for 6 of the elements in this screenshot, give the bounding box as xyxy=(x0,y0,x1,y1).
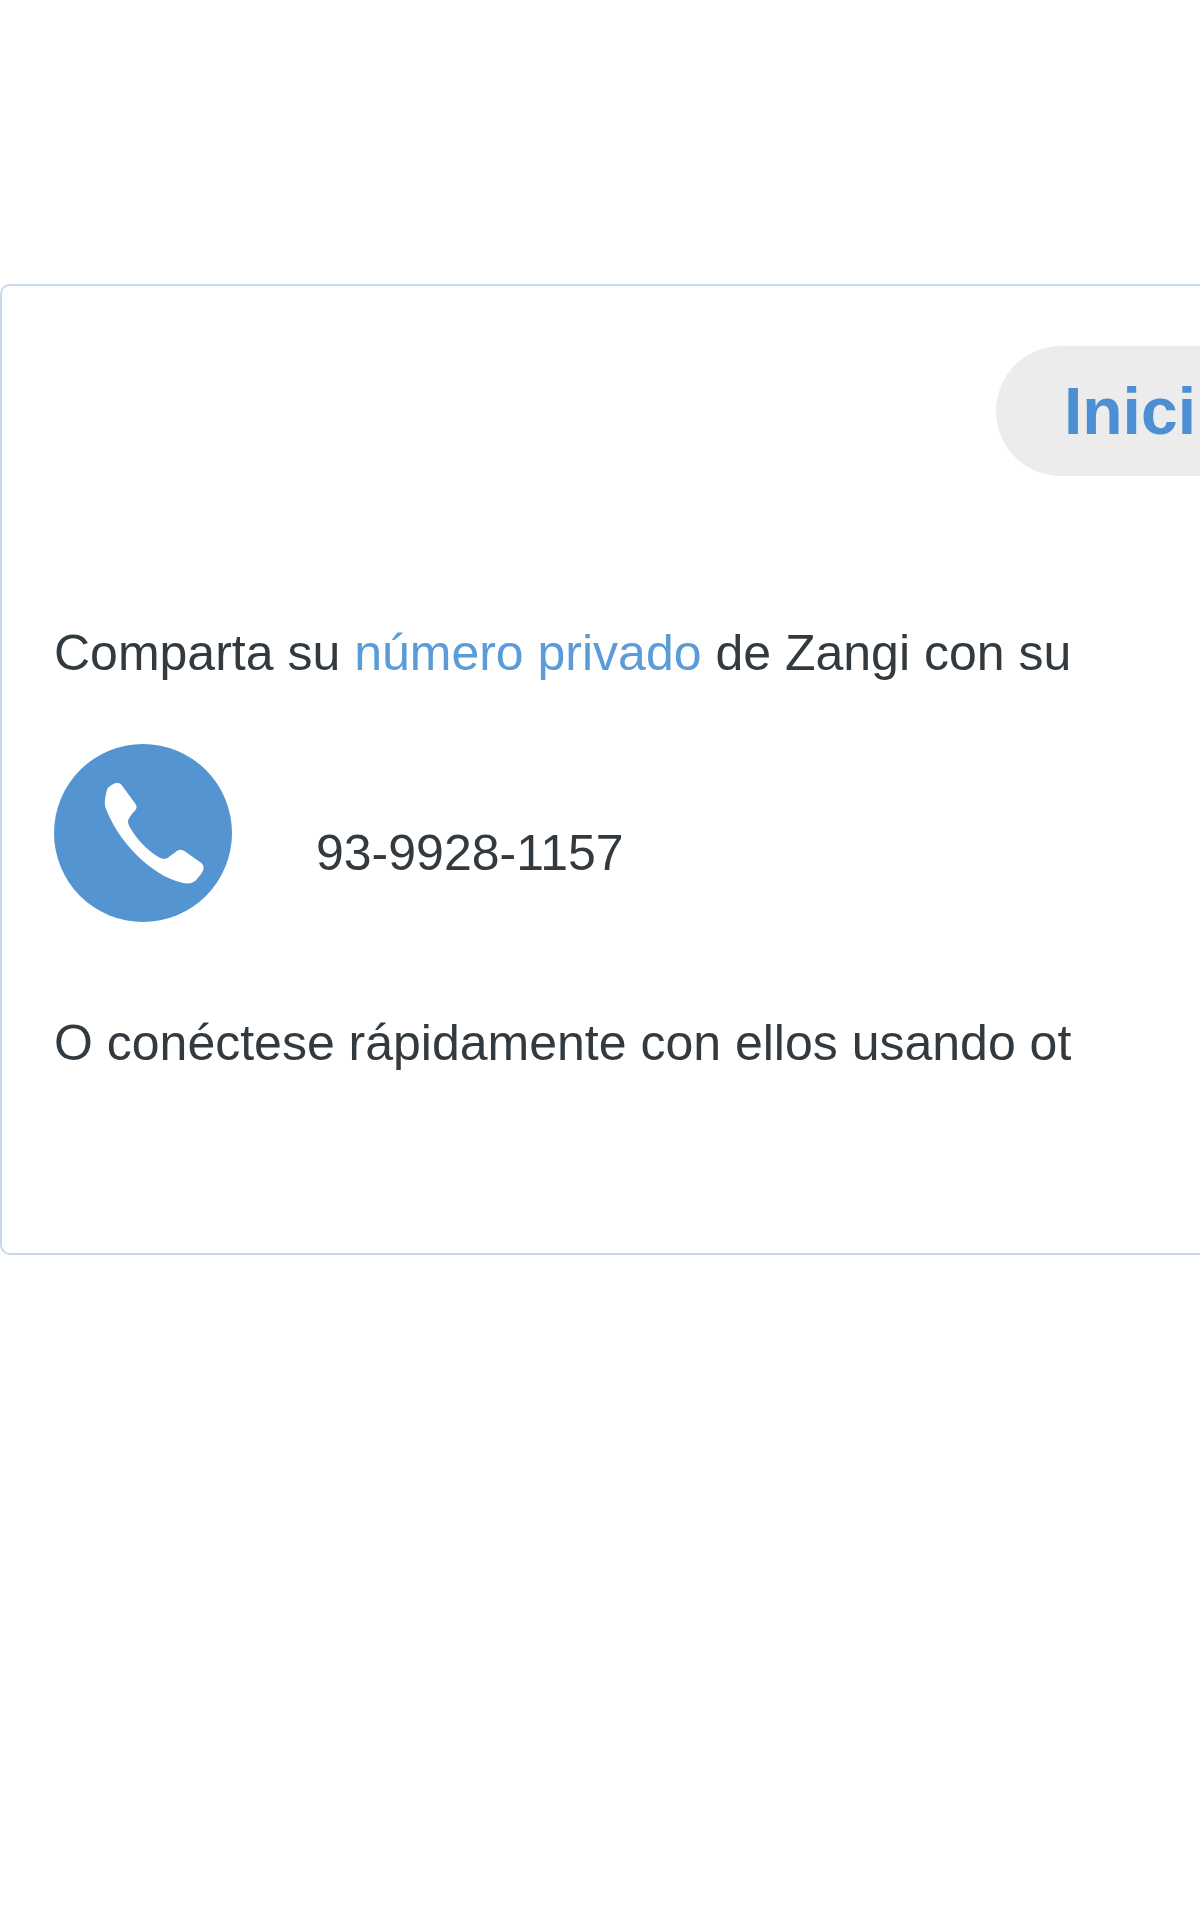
share-text: Comparta su número privado de Zangi con su xyxy=(53,624,1073,682)
connect-text: O conéctese rápidamente con ellos usando ot xyxy=(53,1014,1073,1072)
phone-icon xyxy=(54,744,232,922)
phone-number: 93-9928-1157 xyxy=(316,824,624,882)
private-number-link[interactable]: número privado xyxy=(354,625,702,681)
start-button[interactable]: Inici xyxy=(995,346,1200,476)
